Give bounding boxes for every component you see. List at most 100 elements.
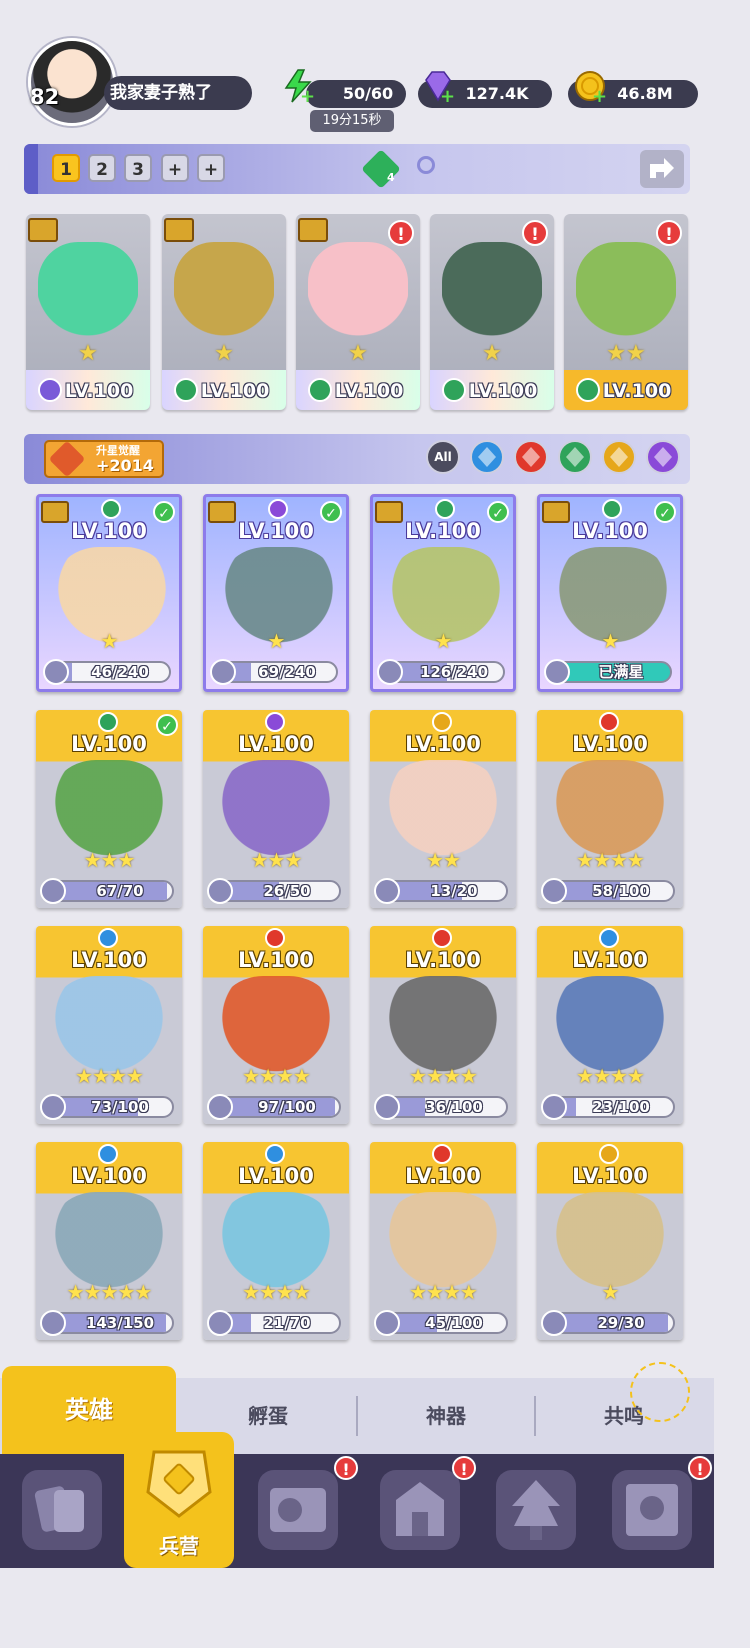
hero-level: LV.100	[572, 519, 648, 543]
star-rank: ★	[601, 1280, 620, 1304]
hero-level: LV.100	[405, 1164, 481, 1188]
shard-icon	[40, 1094, 66, 1120]
player-level: 82	[30, 85, 60, 109]
shard-progress-text: 73/100	[91, 1098, 149, 1116]
element-icon	[265, 1144, 285, 1164]
hero-card[interactable]: LV.100 ★★★★ 73/100	[36, 926, 182, 1124]
filter-element[interactable]	[470, 440, 504, 474]
hero-level: LV.100	[405, 948, 481, 972]
element-icon	[101, 499, 121, 519]
shard-icon	[541, 878, 567, 904]
element-icon	[599, 1144, 619, 1164]
star-rank: ★★★★	[576, 1064, 645, 1088]
banner-icon	[626, 1484, 678, 1536]
awaken-value: +2014	[96, 456, 154, 475]
team-hero-card[interactable]: ! ★ LV.100	[430, 214, 554, 410]
hero-card[interactable]: LV.100 ★★★★ 58/100	[537, 710, 683, 908]
hero-level: LV.100	[71, 948, 147, 972]
team-tab-add-1[interactable]: +	[161, 154, 189, 182]
hero-card[interactable]: ✓ LV.100 ★ 69/240	[203, 494, 349, 692]
star-rank: ★	[100, 629, 119, 653]
hero-level: LV.100	[238, 519, 314, 543]
team-tab-3[interactable]: 3	[124, 154, 152, 182]
nav-shrine[interactable]	[380, 1470, 460, 1550]
search-icon[interactable]	[417, 156, 435, 174]
shard-icon	[544, 659, 570, 685]
energy-timer: 19分15秒	[310, 110, 394, 132]
hero-card[interactable]: LV.100 ★ 29/30	[537, 1142, 683, 1340]
energy-value: 50/60	[342, 84, 394, 103]
team-hero-card[interactable]: ★ LV.100	[26, 214, 150, 410]
share-button[interactable]	[640, 150, 684, 188]
player-avatar[interactable]	[28, 38, 116, 126]
filter-element[interactable]	[514, 440, 548, 474]
shard-progress-text: 已满星	[598, 663, 644, 681]
nav-tree[interactable]	[496, 1470, 576, 1550]
hero-level: LV.100	[71, 732, 147, 756]
hero-card[interactable]: LV.100 ★★★★ 36/100	[370, 926, 516, 1124]
rank-crest-icon	[28, 218, 58, 242]
book-icon	[270, 1488, 326, 1532]
hero-card[interactable]: ✓ LV.100 ★ 126/240	[370, 494, 516, 692]
sparkle-icon[interactable]	[630, 1362, 690, 1422]
shard-icon	[40, 878, 66, 904]
gems-value: 127.4K	[465, 84, 529, 103]
filter-element[interactable]	[602, 440, 636, 474]
nav-cards[interactable]	[22, 1470, 102, 1550]
team-tab-1[interactable]: 1	[52, 154, 80, 182]
team-tab-add-2[interactable]: +	[197, 154, 225, 182]
hero-card[interactable]: LV.100 ★★★★★ 143/150	[36, 1142, 182, 1340]
nav-book[interactable]	[258, 1470, 338, 1550]
filter-element[interactable]	[646, 440, 680, 474]
star-rank: ★	[434, 629, 453, 653]
shard-progress-text: 97/100	[258, 1098, 316, 1116]
star-rank: ★	[348, 341, 368, 366]
player-name: 我家妻子熟了	[104, 76, 252, 110]
shard-icon	[207, 878, 233, 904]
energy-display[interactable]: 50/60	[306, 80, 406, 108]
hero-level: LV.100	[64, 380, 134, 402]
hero-card[interactable]: LV.100 ★★★★ 23/100	[537, 926, 683, 1124]
shrine-icon	[396, 1482, 444, 1536]
element-icon	[432, 712, 452, 732]
hero-card[interactable]: LV.100 ★★★ 26/50	[203, 710, 349, 908]
hero-level: LV.100	[71, 519, 147, 543]
gem-count: 4	[387, 171, 395, 184]
team-tab-2[interactable]: 2	[88, 154, 116, 182]
shard-icon	[207, 1310, 233, 1336]
element-icon	[435, 499, 455, 519]
barracks-icon	[146, 1450, 212, 1518]
hero-card[interactable]: LV.100 ★★ 13/20	[370, 710, 516, 908]
shard-icon	[207, 1094, 233, 1120]
hero-card[interactable]: ✓ LV.100 ★★★ 67/70	[36, 710, 182, 908]
shard-icon	[43, 659, 69, 685]
nav-shrine-alert: !	[452, 1456, 476, 1480]
star-rank: ★★★★	[75, 1064, 144, 1088]
nav-banner[interactable]	[612, 1470, 692, 1550]
shard-progress-text: 58/100	[592, 882, 650, 900]
hero-card[interactable]: LV.100 ★★★★ 45/100	[370, 1142, 516, 1340]
tab-artifact[interactable]: 神器	[358, 1378, 534, 1454]
hero-level: LV.100	[405, 519, 481, 543]
element-icon	[478, 447, 496, 467]
team-hero-card[interactable]: ! ★★ LV.100	[564, 214, 688, 410]
hero-card[interactable]: LV.100 ★★★★ 97/100	[203, 926, 349, 1124]
hero-level: LV.100	[238, 1164, 314, 1188]
shard-icon	[374, 1094, 400, 1120]
shard-icon	[40, 1310, 66, 1336]
hero-card[interactable]: ✓ LV.100 ★ 46/240	[36, 494, 182, 692]
filter-all[interactable]: All	[426, 440, 460, 474]
tree-icon	[512, 1480, 560, 1540]
hero-level: LV.100	[468, 380, 538, 402]
gold-value: 46.8M	[617, 84, 673, 103]
filter-element[interactable]	[558, 440, 592, 474]
team-hero-card[interactable]: ! ★ LV.100	[296, 214, 420, 410]
hero-card[interactable]: LV.100 ★★★★ 21/70	[203, 1142, 349, 1340]
lightning-icon: +	[280, 68, 316, 106]
team-hero-card[interactable]: ★ LV.100	[162, 214, 286, 410]
shard-progress-text: 67/70	[96, 882, 144, 900]
shard-progress-text: 36/100	[425, 1098, 483, 1116]
element-icon	[432, 1144, 452, 1164]
hero-card[interactable]: ✓ LV.100 ★ 已满星	[537, 494, 683, 692]
star-rank: ★★★★	[242, 1280, 311, 1304]
